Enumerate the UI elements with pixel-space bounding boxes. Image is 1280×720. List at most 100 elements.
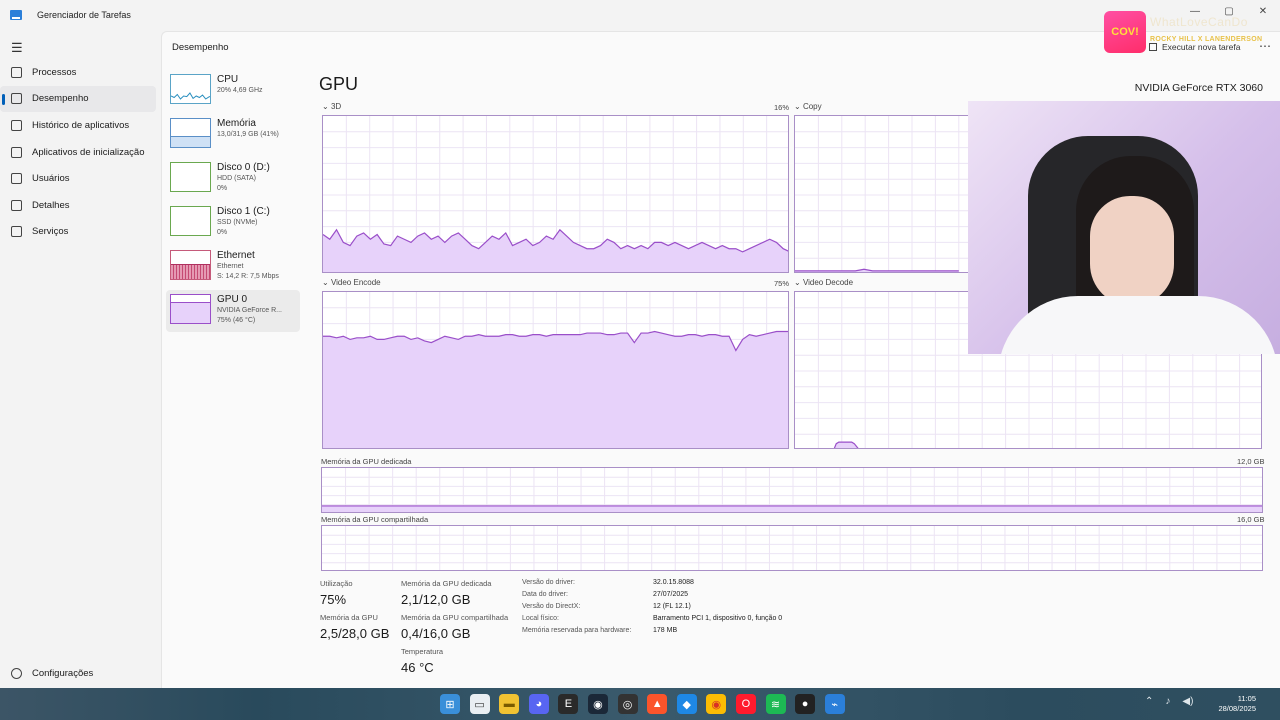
- volume-icon[interactable]: ◀): [1182, 696, 1193, 707]
- memory-thumbnail: [170, 118, 211, 148]
- folder-icon[interactable]: ▬: [499, 694, 520, 714]
- shared-stat-value: 0,4/16,0 GB: [401, 626, 471, 641]
- engine-encode-percent: 75%: [774, 279, 790, 288]
- page-title: Desempenho: [172, 42, 229, 53]
- recorder-icon[interactable]: ●: [795, 694, 816, 714]
- resource-detail: 75% (46 °C): [217, 317, 256, 324]
- usage-area: [834, 442, 858, 448]
- title-bar: Gerenciador de Tarefas: [0, 0, 1280, 30]
- resource-gpu-0[interactable]: GPU 0 NVIDIA GeForce R... 75% (46 °C): [166, 290, 300, 332]
- engine-label: Copy: [802, 102, 822, 111]
- resource-memory[interactable]: Memória 13,0/31,9 GB (41%): [166, 114, 300, 158]
- taskbar-apps: ⊞ ▭ ▬ ◕ E ◉ ◎ ▲ ◆ ◉ O ≋ ● ⌁: [440, 694, 854, 714]
- sidebar-item-processos[interactable]: Processos: [0, 59, 156, 86]
- close-button[interactable]: ✕: [1246, 0, 1280, 22]
- driver-date-key: Data do driver:: [522, 591, 568, 598]
- driver-version-value: 32.0.15.8088: [653, 579, 694, 586]
- details-icon: [11, 199, 22, 211]
- resource-detail: 0%: [217, 185, 228, 192]
- shared-memory-graph: [321, 525, 1263, 571]
- driver-version-key: Versão do driver:: [522, 579, 575, 586]
- history-icon: [11, 119, 22, 131]
- discord-icon[interactable]: ◕: [528, 694, 549, 714]
- users-icon: [11, 173, 22, 185]
- graph-3d: [322, 115, 789, 273]
- hamburger-menu-icon[interactable]: ☰: [11, 40, 23, 56]
- performance-icon: [11, 93, 22, 105]
- streamer-shirt: [998, 296, 1278, 354]
- shared-memory-label: Memória da GPU compartilhada: [321, 515, 429, 524]
- sidebar-item-servicos[interactable]: Serviços: [0, 219, 156, 246]
- engine-copy-selector[interactable]: ⌄ Copy: [794, 102, 822, 111]
- reserved-memory-value: 178 MB: [653, 627, 678, 634]
- resource-disk-1[interactable]: Disco 1 (C:) SSD (NVMe) 0%: [166, 202, 300, 246]
- sidebar-item-historico[interactable]: Histórico de aplicativos: [0, 112, 156, 139]
- streamer-face: [1090, 196, 1174, 306]
- resource-detail: NVIDIA GeForce R...: [217, 307, 282, 314]
- engine-label: Video Decode: [802, 278, 854, 287]
- sidebar-item-usuarios[interactable]: Usuários: [0, 165, 156, 192]
- file-icon[interactable]: ▭: [469, 694, 490, 714]
- sidebar-item-label: Desempenho: [32, 93, 89, 105]
- engine-encode-selector[interactable]: ⌄ Video Encode: [322, 278, 381, 287]
- driver-date-value: 27/07/2025: [653, 591, 689, 598]
- sidebar-item-label: Usuários: [32, 173, 70, 185]
- sidebar: ☰ Processos Desempenho Histórico de apli…: [0, 30, 160, 688]
- services-icon: [11, 226, 22, 238]
- obs-icon[interactable]: ◎: [617, 694, 638, 714]
- nav-list: Processos Desempenho Histórico de aplica…: [0, 59, 160, 245]
- steam-icon[interactable]: ◉: [587, 694, 608, 714]
- gpu-heading: GPU: [319, 74, 359, 94]
- resource-name: Ethernet: [217, 250, 255, 261]
- webcam-overlay: [968, 101, 1280, 354]
- sidebar-item-label: Aplicativos de inicialização: [32, 146, 145, 158]
- opera-icon[interactable]: O: [735, 694, 756, 714]
- sidebar-item-label: Detalhes: [32, 199, 70, 211]
- gpu-model-name: NVIDIA GeForce RTX 3060: [1134, 82, 1263, 94]
- taskbar-clock[interactable]: 11:05 28/08/2025: [1218, 694, 1256, 714]
- epic-games-icon[interactable]: E: [558, 694, 579, 714]
- microphone-icon[interactable]: ♪: [1165, 696, 1170, 707]
- gpu-thumbnail: [170, 294, 211, 324]
- physical-location-key: Local físico:: [522, 615, 559, 622]
- startup-icon: [11, 146, 22, 158]
- run-new-task-button[interactable]: Executar nova tarefa: [1149, 42, 1240, 52]
- sidebar-item-configuracoes[interactable]: Configurações: [0, 660, 156, 687]
- clock-date: 28/08/2025: [1218, 704, 1256, 713]
- taskbar: ⊞ ▭ ▬ ◕ E ◉ ◎ ▲ ◆ ◉ O ≋ ● ⌁ ⌃ ♪ ◀) 11:05…: [0, 688, 1280, 720]
- task-manager-icon: [10, 10, 22, 20]
- shared-stat-label: Memória da GPU compartilhada: [401, 613, 509, 622]
- resource-detail: HDD (SATA): [217, 175, 257, 182]
- sidebar-item-inicializacao[interactable]: Aplicativos de inicialização: [0, 139, 156, 166]
- stream-logo-badge: COV!: [1104, 11, 1146, 53]
- resource-cpu[interactable]: CPU 20% 4,69 GHz: [166, 70, 300, 114]
- now-playing-artist: ROCKY HILL X LANENDERSON: [1150, 36, 1263, 43]
- resource-disk-0[interactable]: Disco 0 (D:) HDD (SATA) 0%: [166, 158, 300, 202]
- task-manager-icon[interactable]: ⌁: [824, 694, 845, 714]
- clock-time: 11:05: [1237, 694, 1256, 703]
- disk-0-thumbnail: [170, 162, 211, 192]
- usage-line: [795, 268, 959, 272]
- app-icon[interactable]: ◆: [676, 694, 697, 714]
- sidebar-item-detalhes[interactable]: Detalhes: [0, 192, 156, 219]
- utilization-value: 75%: [320, 592, 347, 607]
- gpu-memory-label: Memória da GPU: [320, 613, 378, 622]
- cpu-thumbnail: [170, 74, 211, 104]
- directx-version-value: 12 (FL 12.1): [653, 603, 691, 610]
- spotify-icon[interactable]: ≋: [765, 694, 786, 714]
- sidebar-item-desempenho[interactable]: Desempenho: [0, 85, 156, 113]
- processes-icon: [11, 66, 22, 78]
- temperature-label: Temperatura: [401, 647, 444, 656]
- windows-start-icon[interactable]: ⊞: [440, 694, 460, 714]
- chevron-up-icon[interactable]: ⌃: [1145, 696, 1153, 707]
- reserved-memory-key: Memória reservada para hardware:: [522, 627, 632, 634]
- disk-1-thumbnail: [170, 206, 211, 236]
- engine-decode-selector[interactable]: ⌄ Video Decode: [794, 278, 853, 287]
- run-task-icon: [1149, 43, 1157, 51]
- engine-3d-selector[interactable]: ⌄ 3D: [322, 102, 341, 111]
- resource-ethernet[interactable]: Ethernet Ethernet S: 14,2 R: 7,5 Mbps: [166, 246, 300, 290]
- brave-icon[interactable]: ▲: [647, 694, 668, 714]
- chrome-icon[interactable]: ◉: [706, 694, 727, 714]
- resource-detail: 20% 4,69 GHz: [217, 87, 263, 94]
- temperature-value: 46 °C: [401, 660, 434, 675]
